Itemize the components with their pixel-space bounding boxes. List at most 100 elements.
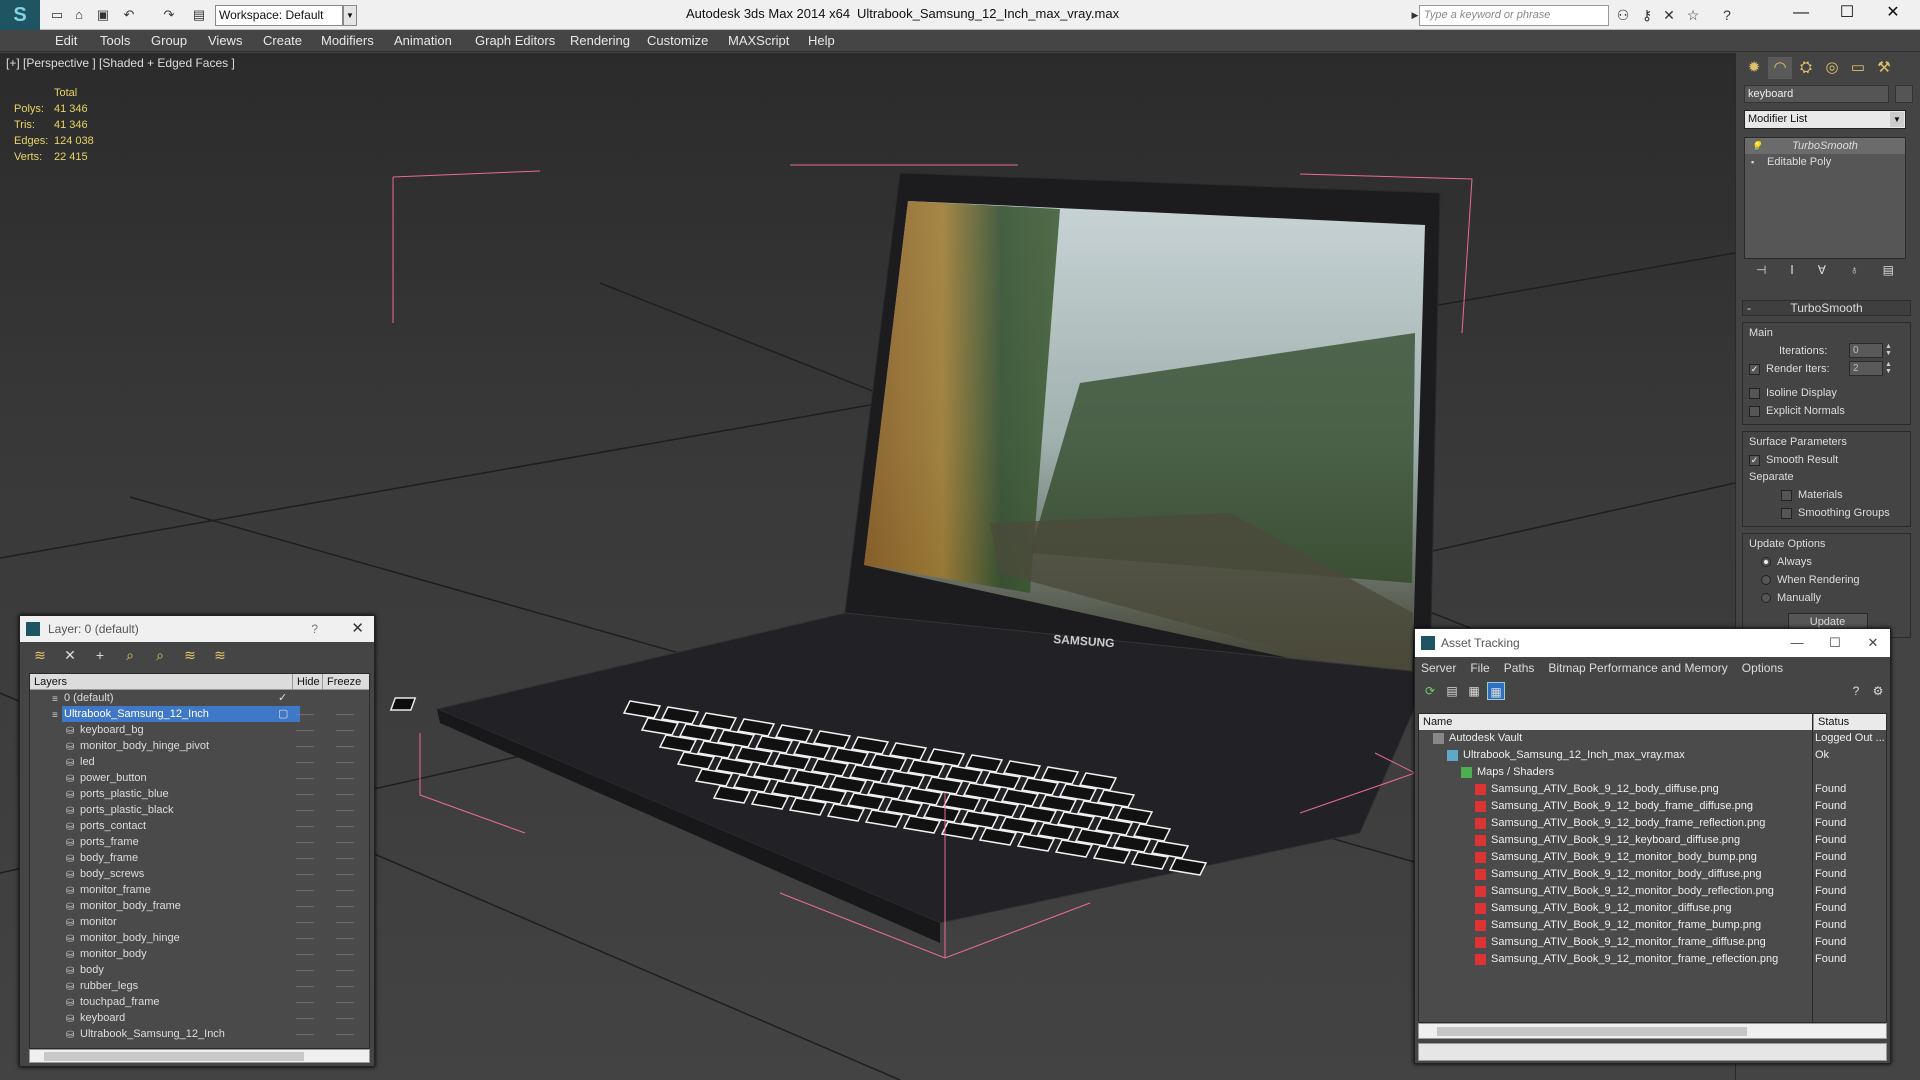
- asset-row[interactable]: Autodesk Vault Logged Out ...: [1419, 730, 1886, 747]
- hide-toggle[interactable]: ——: [296, 786, 314, 802]
- display-tab-icon[interactable]: ▭: [1846, 57, 1870, 79]
- hide-toggle[interactable]: ——: [296, 866, 314, 882]
- menu-modifiers[interactable]: Modifiers: [321, 33, 374, 48]
- layer-object-row[interactable]: ⛁ body —— ——: [30, 962, 369, 978]
- menu-views[interactable]: Views: [208, 33, 242, 48]
- freeze-toggle[interactable]: ——: [336, 882, 354, 898]
- freeze-toggle[interactable]: ——: [336, 994, 354, 1010]
- stack-item-editable-poly[interactable]: ▪ Editable Poly: [1745, 154, 1905, 170]
- horizontal-scrollbar[interactable]: [29, 1049, 370, 1063]
- object-color-swatch[interactable]: [1895, 85, 1913, 103]
- horizontal-scrollbar[interactable]: [1418, 1023, 1887, 1039]
- freeze-toggle[interactable]: ——: [336, 930, 354, 946]
- hide-all-layers-icon[interactable]: ≋: [180, 647, 200, 664]
- create-tab-icon[interactable]: ✹: [1742, 57, 1766, 79]
- layer-object-row[interactable]: ⛁ monitor_body_hinge_pivot —— ——: [30, 738, 369, 754]
- freeze-toggle[interactable]: ——: [336, 898, 354, 914]
- menu-rendering[interactable]: Rendering: [570, 33, 630, 48]
- render-iters-spinner[interactable]: 2: [1849, 361, 1883, 376]
- asset-row[interactable]: Samsung_ATIV_Book_9_12_monitor_frame_ref…: [1419, 951, 1886, 968]
- layer-object-row[interactable]: ⛁ body_screws —— ——: [30, 866, 369, 882]
- minimize-icon[interactable]: —: [1777, 629, 1817, 657]
- asset-row[interactable]: Samsung_ATIV_Book_9_12_keyboard_diffuse.…: [1419, 832, 1886, 849]
- hide-toggle[interactable]: ——: [296, 754, 314, 770]
- asset-menu-bitmap[interactable]: Bitmap Performance and Memory: [1548, 661, 1727, 675]
- freeze-toggle[interactable]: ——: [336, 770, 354, 786]
- always-radio[interactable]: Always: [1749, 553, 1906, 571]
- layer-object-row[interactable]: ⛁ power_button —— ——: [30, 770, 369, 786]
- add-to-layer-icon[interactable]: +: [90, 647, 110, 663]
- asset-row[interactable]: Samsung_ATIV_Book_9_12_body_frame_reflec…: [1419, 815, 1886, 832]
- asset-row[interactable]: Samsung_ATIV_Book_9_12_monitor_frame_dif…: [1419, 934, 1886, 951]
- layer-object-row[interactable]: ⛁ monitor_frame —— ——: [30, 882, 369, 898]
- exchange-icon[interactable]: ✕: [1658, 5, 1680, 26]
- layer-object-row[interactable]: ⛁ ports_plastic_black —— ——: [30, 802, 369, 818]
- hide-toggle[interactable]: ——: [296, 946, 314, 962]
- freeze-toggle[interactable]: ——: [336, 978, 354, 994]
- layer-object-row[interactable]: ⛁ rubber_legs —— ——: [30, 978, 369, 994]
- hide-toggle[interactable]: ——: [296, 1026, 314, 1042]
- hide-toggle[interactable]: ——: [296, 850, 314, 866]
- smooth-result-checkbox[interactable]: ✓ Smooth Result: [1749, 451, 1906, 469]
- show-end-result-icon[interactable]: Ⅰ: [1790, 263, 1794, 283]
- make-unique-icon[interactable]: ∀: [1818, 263, 1826, 283]
- minimize-icon[interactable]: —: [1778, 0, 1824, 28]
- asset-row[interactable]: Samsung_ATIV_Book_9_12_monitor_body_refl…: [1419, 883, 1886, 900]
- modify-tab-icon[interactable]: ◠: [1768, 57, 1792, 79]
- layer-object-row[interactable]: ⛁ ports_contact —— ——: [30, 818, 369, 834]
- freeze-toggle[interactable]: ——: [336, 866, 354, 882]
- asset-row[interactable]: Samsung_ATIV_Book_9_12_monitor_body_bump…: [1419, 849, 1886, 866]
- iterations-spinner[interactable]: 0: [1849, 343, 1883, 358]
- asset-row[interactable]: Samsung_ATIV_Book_9_12_monitor_diffuse.p…: [1419, 900, 1886, 917]
- materials-checkbox[interactable]: Materials: [1749, 486, 1906, 504]
- isoline-display-checkbox[interactable]: Isoline Display: [1749, 384, 1906, 402]
- freeze-toggle[interactable]: ——: [336, 834, 354, 850]
- when-rendering-radio[interactable]: When Rendering: [1749, 571, 1906, 589]
- workspace-dropdown[interactable]: Workspace: Default: [215, 5, 343, 26]
- hide-toggle[interactable]: ——: [296, 978, 314, 994]
- rollout-header[interactable]: - TurboSmooth: [1742, 300, 1911, 316]
- hide-toggle[interactable]: ——: [296, 994, 314, 1010]
- freeze-toggle[interactable]: ——: [336, 1010, 354, 1026]
- redo-icon[interactable]: ↷: [160, 6, 178, 24]
- remove-modifier-icon[interactable]: ♁: [1850, 263, 1859, 283]
- menu-customize[interactable]: Customize: [647, 33, 708, 48]
- search-input[interactable]: Type a keyword or phrase: [1419, 5, 1609, 26]
- refresh-icon[interactable]: ⟳: [1421, 682, 1439, 700]
- menu-group[interactable]: Group: [151, 33, 187, 48]
- smoothing-groups-checkbox[interactable]: Smoothing Groups: [1749, 504, 1906, 522]
- layer-row-ultrabook[interactable]: ≡ Ultrabook_Samsung_12_Inch ▢ —— ——: [30, 706, 369, 722]
- key-icon[interactable]: ⚷: [1636, 5, 1658, 26]
- freeze-toggle[interactable]: ——: [336, 850, 354, 866]
- modifier-list-dropdown[interactable]: Modifier List ▼: [1744, 110, 1906, 129]
- binoculars-icon[interactable]: ⚇: [1612, 5, 1634, 26]
- layer-window-titlebar[interactable]: Layer: 0 (default)? ✕: [20, 616, 374, 642]
- menu-create[interactable]: Create: [263, 33, 302, 48]
- hide-toggle[interactable]: ——: [296, 818, 314, 834]
- star-icon[interactable]: ☆: [1682, 5, 1704, 26]
- motion-tab-icon[interactable]: ◎: [1820, 57, 1844, 79]
- hide-toggle[interactable]: ——: [296, 770, 314, 786]
- layer-object-row[interactable]: ⛁ touchpad_frame —— ——: [30, 994, 369, 1010]
- asset-row[interactable]: Samsung_ATIV_Book_9_12_body_diffuse.png F…: [1419, 781, 1886, 798]
- hide-toggle[interactable]: ——: [296, 738, 314, 754]
- menu-maxscript[interactable]: MAXScript: [728, 33, 789, 48]
- hide-toggle[interactable]: ——: [296, 882, 314, 898]
- menu-help[interactable]: Help: [808, 33, 835, 48]
- new-file-icon[interactable]: ▭: [48, 6, 66, 24]
- layer-object-row[interactable]: ⛁ monitor_body —— ——: [30, 946, 369, 962]
- asset-menu-options[interactable]: Options: [1742, 661, 1783, 675]
- asset-row[interactable]: Ultrabook_Samsung_12_Inch_max_vray.max Ok: [1419, 747, 1886, 764]
- hide-toggle[interactable]: ——: [296, 802, 314, 818]
- layer-object-row[interactable]: ⛁ led —— ——: [30, 754, 369, 770]
- asset-menu-server[interactable]: Server: [1421, 661, 1456, 675]
- configure-sets-icon[interactable]: ▤: [1883, 263, 1894, 283]
- asset-row[interactable]: Samsung_ATIV_Book_9_12_monitor_body_diff…: [1419, 866, 1886, 883]
- asset-row[interactable]: Samsung_ATIV_Book_9_12_monitor_frame_bum…: [1419, 917, 1886, 934]
- hide-toggle[interactable]: ——: [296, 722, 314, 738]
- chevron-down-icon[interactable]: ▼: [1890, 112, 1904, 127]
- layer-object-row[interactable]: ⛁ body_frame —— ——: [30, 850, 369, 866]
- layer-object-row[interactable]: ⛁ keyboard —— ——: [30, 1010, 369, 1026]
- menu-graph-editors[interactable]: Graph Editors: [475, 33, 555, 48]
- freeze-toggle[interactable]: ——: [336, 1026, 354, 1042]
